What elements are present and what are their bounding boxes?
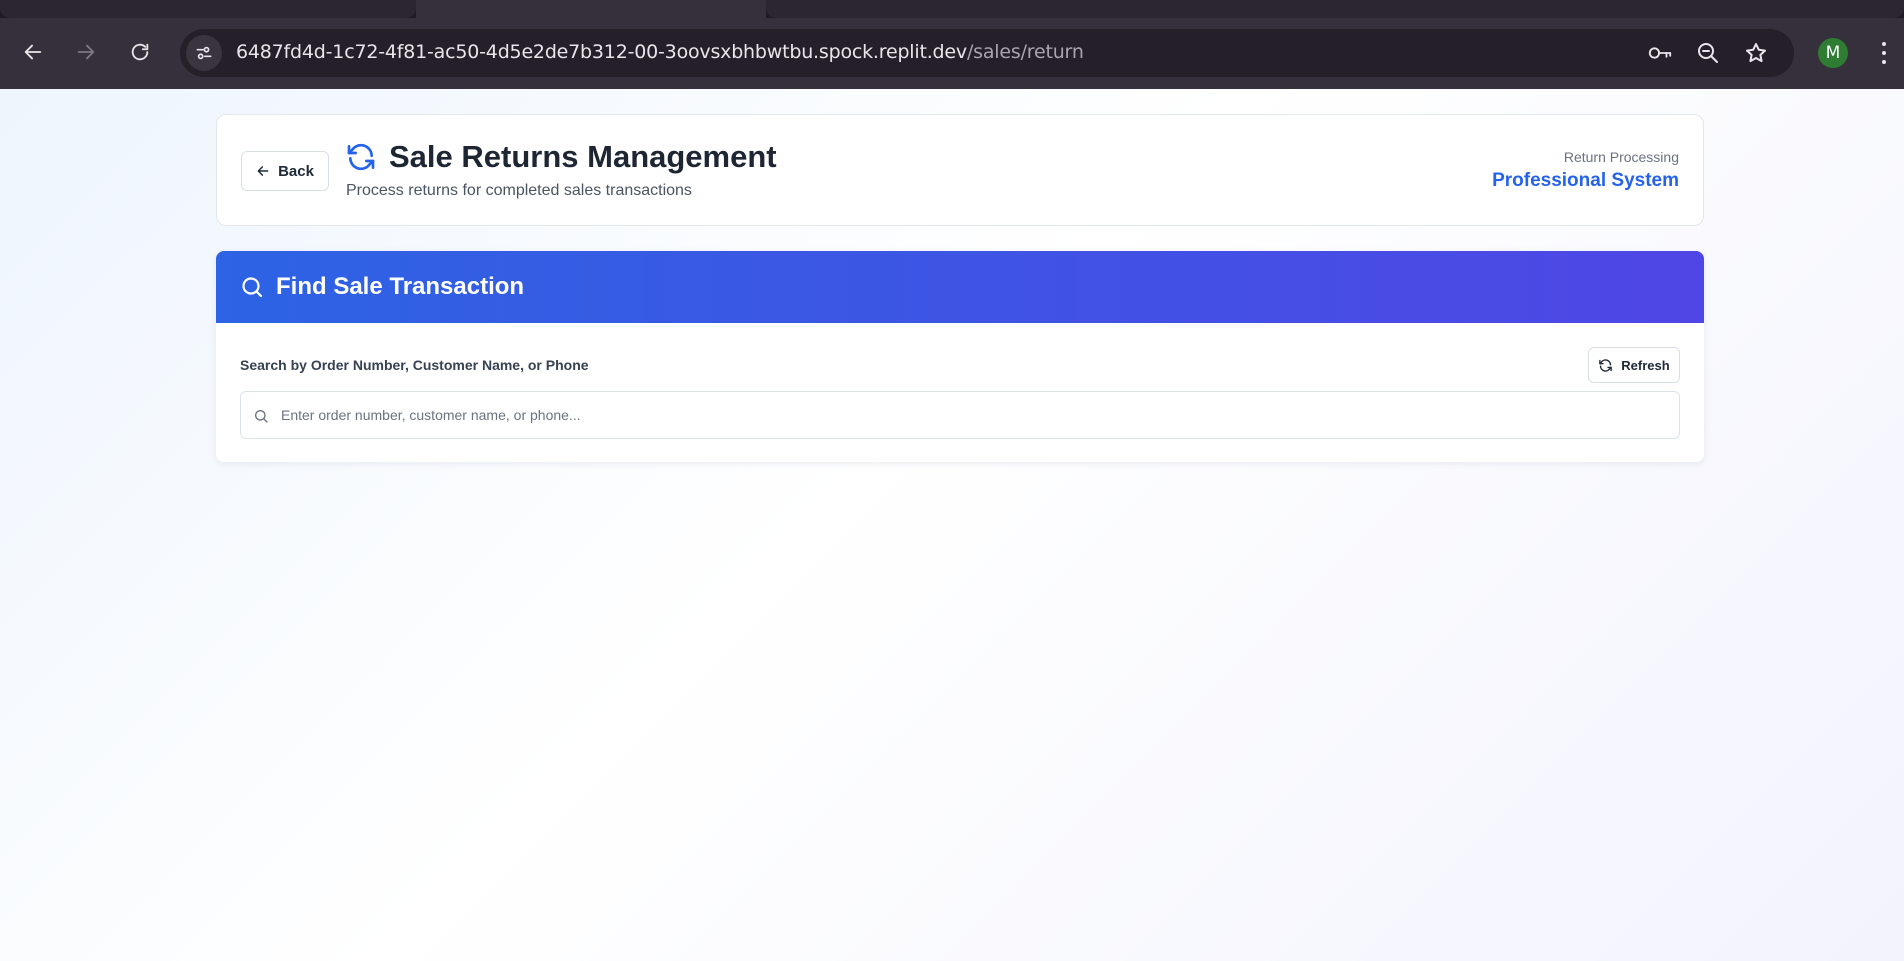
- search-input-icon: [254, 410, 268, 423]
- more-menu-icon[interactable]: [1876, 40, 1892, 66]
- page-title: Sale Returns Management: [389, 139, 777, 174]
- search-input[interactable]: [281, 392, 1661, 438]
- back-button[interactable]: Back: [241, 151, 329, 191]
- arrow-left-icon: [257, 166, 269, 176]
- search-icon: [242, 277, 263, 298]
- header-card: Back Sale Returns Management Process ret…: [216, 114, 1704, 226]
- refresh-cycle-icon: [347, 143, 375, 171]
- address-bar[interactable]: 6487fd4d-1c72-4f81-ac50-4d5e2de7b312-00-…: [180, 29, 1794, 77]
- page-subtitle: Process returns for completed sales tran…: [346, 182, 692, 199]
- refresh-button-label: Refresh: [1621, 357, 1670, 373]
- reload-icon: [131, 43, 149, 61]
- refresh-icon: [1599, 358, 1613, 372]
- back-nav-button[interactable]: [15, 34, 51, 70]
- site-settings-button[interactable]: [186, 35, 222, 71]
- forward-nav-button[interactable]: [68, 34, 104, 70]
- password-key-button[interactable]: [1646, 39, 1674, 67]
- system-name: Professional System: [1492, 170, 1679, 191]
- zoom-button[interactable]: [1694, 39, 1722, 67]
- url-path: /sales/return: [966, 41, 1084, 63]
- refresh-button[interactable]: Refresh: [1588, 347, 1680, 383]
- zoom-out-icon: [1698, 43, 1718, 63]
- forward-icon: [77, 44, 95, 60]
- url-text[interactable]: 6487fd4d-1c72-4f81-ac50-4d5e2de7b312-00-…: [236, 41, 1084, 63]
- search-field-label: Search by Order Number, Customer Name, o…: [240, 357, 589, 373]
- bookmark-button[interactable]: [1742, 39, 1770, 67]
- find-transaction-header: Find Sale Transaction: [216, 251, 1704, 323]
- find-transaction-title: Find Sale Transaction: [276, 273, 525, 300]
- search-field[interactable]: [240, 391, 1680, 439]
- star-icon: [1746, 43, 1766, 63]
- reload-button[interactable]: [122, 34, 158, 70]
- browser-tab-inactive-right[interactable]: [766, 0, 1904, 18]
- back-button-label: Back: [278, 162, 314, 180]
- profile-avatar[interactable]: M: [1818, 38, 1848, 68]
- site-settings-icon: [196, 46, 212, 60]
- key-icon: [1648, 47, 1672, 59]
- browser-tab-strip: [0, 0, 1904, 18]
- back-icon: [24, 44, 42, 60]
- page-body: Back Sale Returns Management Process ret…: [0, 89, 1904, 961]
- browser-tab-inactive-left[interactable]: [0, 0, 416, 18]
- browser-tab-active[interactable]: [416, 0, 766, 18]
- find-transaction-card: Find Sale Transaction Search by Order Nu…: [216, 251, 1704, 462]
- url-host: 6487fd4d-1c72-4f81-ac50-4d5e2de7b312-00-…: [236, 41, 967, 63]
- return-processing-label: Return Processing: [1563, 149, 1679, 165]
